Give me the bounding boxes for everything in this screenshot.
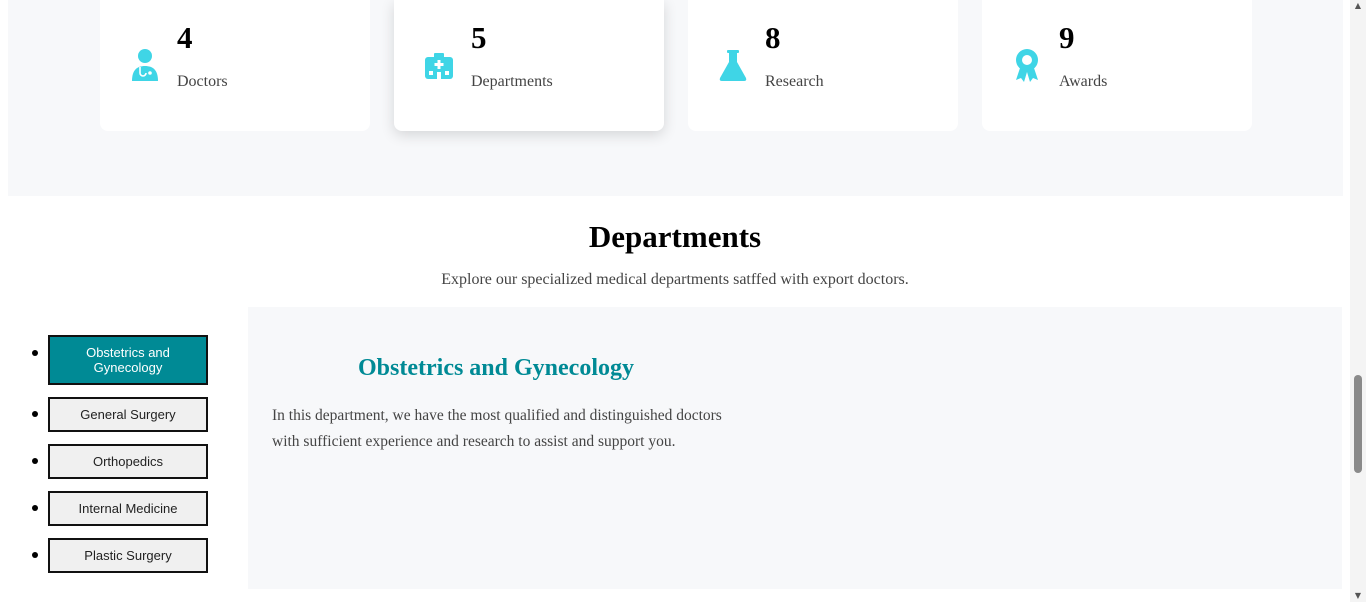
stats-section: 4 Doctors 5 Departments 8 Research 9 Awa… [8,0,1343,196]
hospital-icon [425,53,453,79]
department-content-panel: Obstetrics and Gynecology In this depart… [248,307,1342,589]
bullet [32,458,38,464]
page: 4 Doctors 5 Departments 8 Research 9 Awa… [0,0,1366,602]
department-heading: Obstetrics and Gynecology [358,355,634,381]
doctor-icon [132,49,158,81]
tab-general-surgery[interactable]: General Surgery [48,397,208,432]
stat-label: Departments [471,73,553,90]
bullet [32,505,38,511]
stat-label: Doctors [177,73,228,90]
stat-label: Research [765,73,824,90]
stat-card-doctors: 4 Doctors [100,0,370,131]
stat-number: 9 [1059,20,1075,55]
scrollbar-track[interactable] [1350,0,1366,602]
scroll-up-arrow-icon[interactable]: ▲ [1353,2,1363,10]
tab-internal-medicine[interactable]: Internal Medicine [48,491,208,526]
tab-plastic-surgery[interactable]: Plastic Surgery [48,538,208,573]
award-icon [1016,49,1038,82]
stat-card-research: 8 Research [688,0,958,131]
bullet [32,350,38,356]
flask-icon [719,50,747,81]
departments-title: Departments [588,219,762,254]
scrollbar-thumb[interactable] [1354,375,1362,473]
departments-subtitle: Explore our specialized medical departme… [441,271,909,288]
bullet [32,411,38,417]
department-description: In this department, we have the most qua… [272,407,722,450]
tab-obstetrics-gynecology[interactable]: Obstetrics and Gynecology [48,335,208,385]
stat-card-departments: 5 Departments [394,0,664,131]
stat-number: 8 [765,20,781,55]
tab-orthopedics[interactable]: Orthopedics [48,444,208,479]
stat-card-awards: 9 Awards [982,0,1252,131]
stat-label: Awards [1059,73,1108,90]
scroll-down-arrow-icon[interactable]: ▼ [1353,592,1363,600]
stat-number: 4 [177,20,193,55]
bullet [32,552,38,558]
stat-number: 5 [471,20,487,55]
